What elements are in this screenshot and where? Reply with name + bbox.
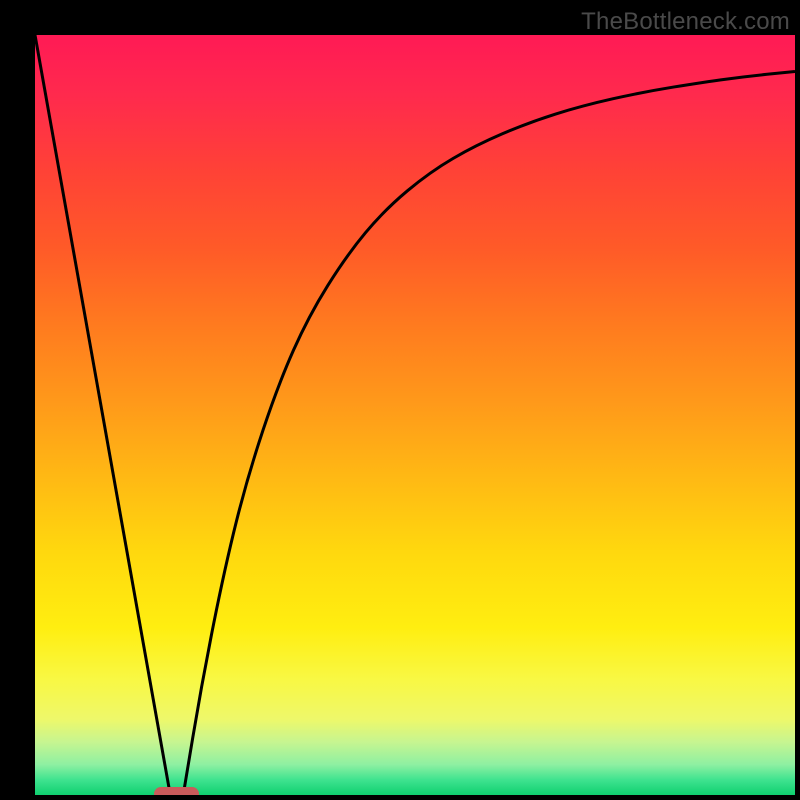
right-curve-line	[183, 71, 795, 795]
left-slope-line	[35, 35, 170, 795]
chart-frame: TheBottleneck.com	[0, 0, 800, 800]
watermark-text: TheBottleneck.com	[581, 8, 790, 36]
plot-area	[35, 35, 795, 795]
bottleneck-marker	[154, 787, 200, 795]
curve-layer	[35, 35, 795, 795]
